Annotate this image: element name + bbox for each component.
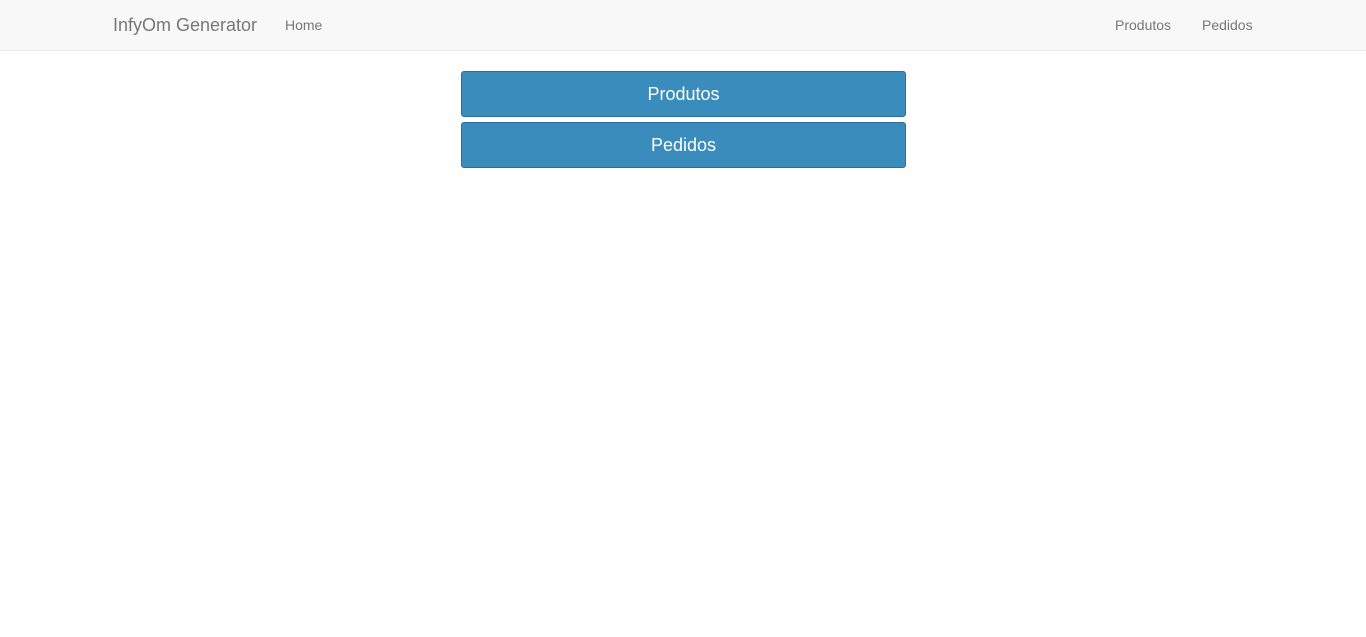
nav-link-pedidos[interactable]: Pedidos: [1202, 16, 1253, 34]
navbar-brand[interactable]: InfyOm Generator: [113, 14, 257, 36]
nav-link-home[interactable]: Home: [285, 16, 322, 34]
top-navbar: InfyOm Generator Home Produtos Pedidos: [0, 0, 1366, 51]
produtos-button[interactable]: Produtos: [461, 71, 906, 117]
nav-link-produtos[interactable]: Produtos: [1115, 16, 1171, 34]
pedidos-button[interactable]: Pedidos: [461, 122, 906, 168]
main-content: Produtos Pedidos: [461, 71, 906, 173]
